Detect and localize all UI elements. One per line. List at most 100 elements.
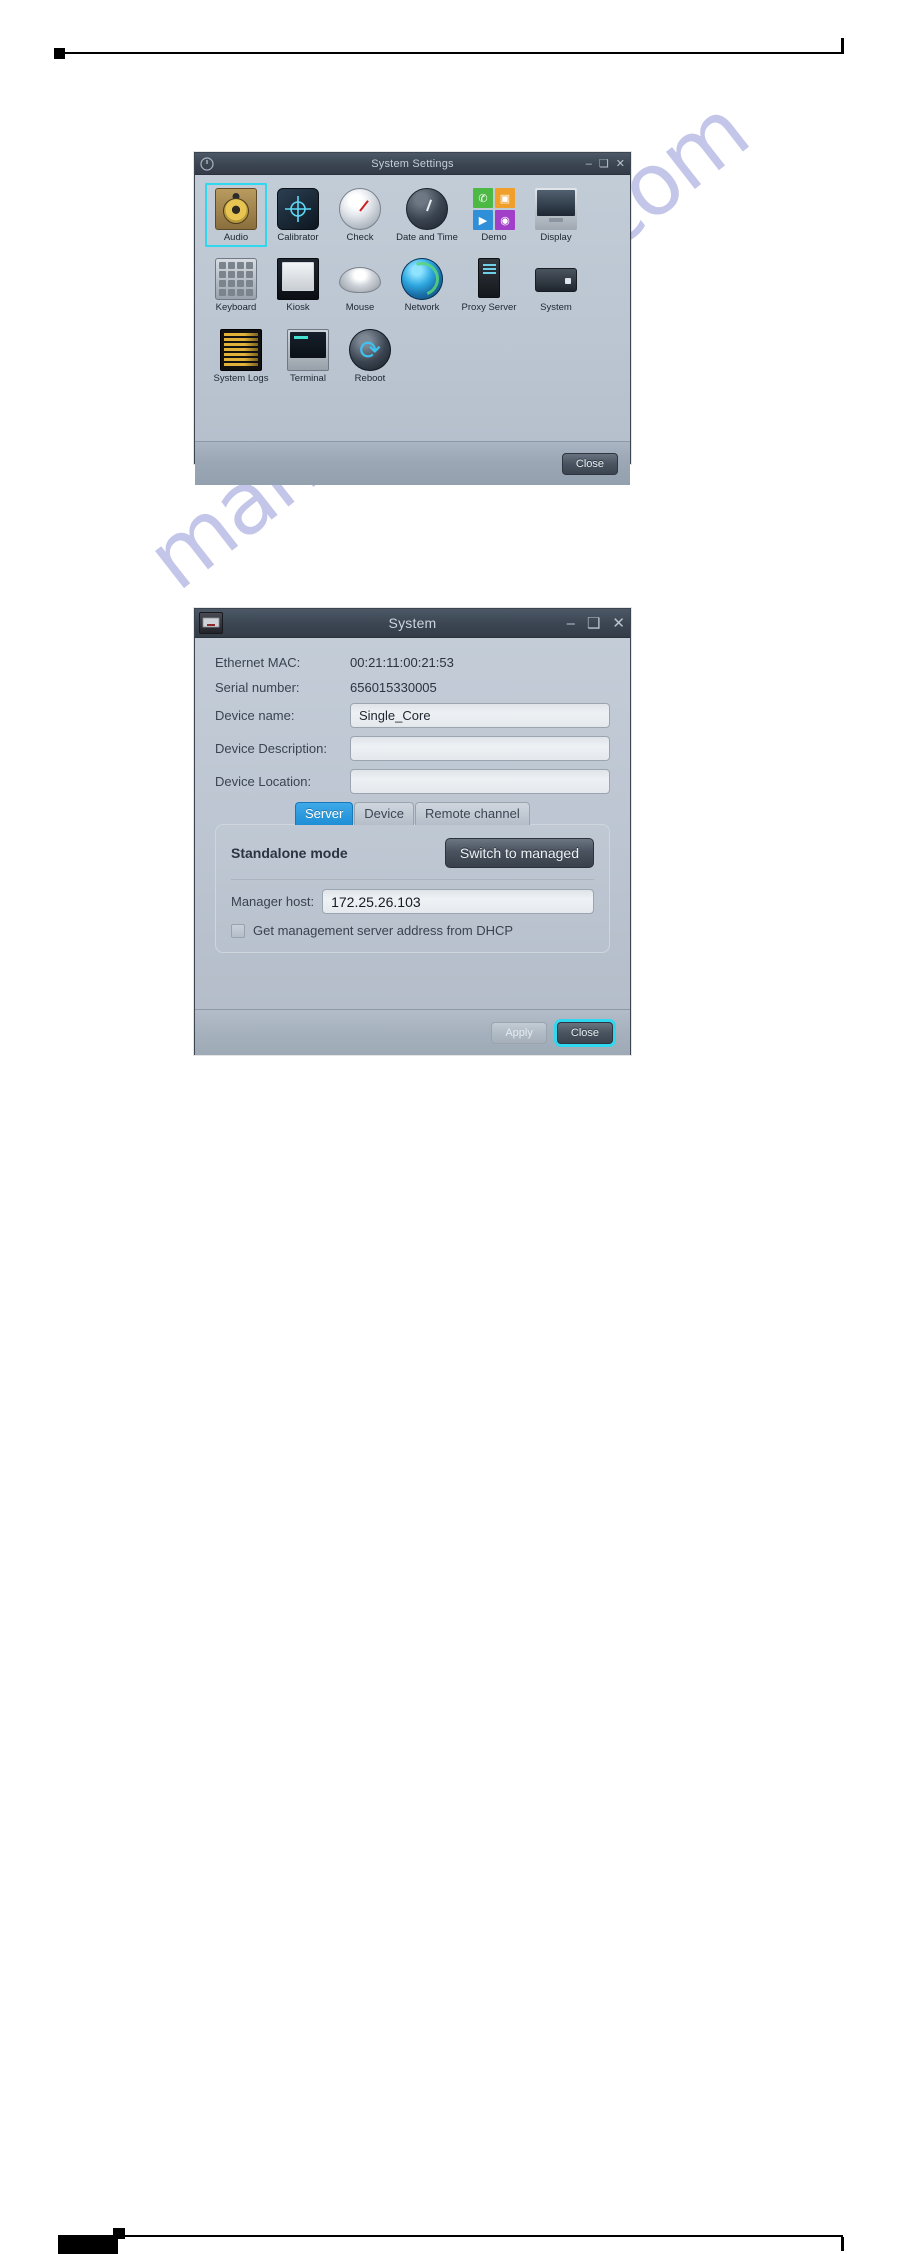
settings-item-label: Proxy Server <box>461 302 517 314</box>
settings-item-calibrator[interactable]: Calibrator <box>267 183 329 247</box>
settings-item-kiosk[interactable]: Kiosk <box>267 253 329 317</box>
settings-item-label: Network <box>404 302 440 314</box>
maximize-icon[interactable]: ❑ <box>587 616 600 631</box>
header-rule-tick <box>841 38 844 54</box>
keyboard-icon <box>215 258 257 301</box>
clock-icon <box>406 188 448 230</box>
standalone-mode-header: Standalone mode Switch to managed <box>231 838 594 868</box>
system-close-button[interactable]: Close <box>556 1021 613 1044</box>
header-rule <box>58 52 843 54</box>
settings-item-demo[interactable]: ✆ ▣ ▶ ◉ Demo <box>463 183 525 247</box>
settings-icon-grid: Audio Calibrator Check Date and Time ✆ ▣… <box>195 183 630 394</box>
device-location-input[interactable] <box>350 768 610 794</box>
settings-item-check[interactable]: Check <box>329 183 391 247</box>
system-body: Ethernet MAC: 00:21:11:00:21:53 Serial n… <box>195 638 630 1009</box>
settings-body: Audio Calibrator Check Date and Time ✆ ▣… <box>195 175 630 441</box>
settings-item-label: System <box>540 302 572 314</box>
manager-host-input[interactable]: 172.25.26.103 <box>322 889 594 914</box>
device-name-label: Device name: <box>215 707 295 723</box>
refresh-circle-icon: ⟳ <box>349 328 391 371</box>
device-box-icon <box>535 258 577 300</box>
settings-footer: Close <box>195 441 630 485</box>
settings-item-display[interactable]: Display <box>525 183 587 247</box>
minimize-icon[interactable]: – <box>586 158 592 170</box>
settings-item-terminal[interactable]: Terminal <box>277 324 339 388</box>
settings-window-controls: – ❑ ✕ <box>586 153 625 175</box>
settings-item-label: System Logs <box>213 372 269 384</box>
ethernet-mac-row: Ethernet MAC: 00:21:11:00:21:53 <box>215 652 610 673</box>
close-icon[interactable]: ✕ <box>612 616 625 631</box>
settings-titlebar[interactable]: System Settings – ❑ ✕ <box>195 153 630 175</box>
close-icon[interactable]: ✕ <box>616 158 625 170</box>
settings-item-label: Display <box>540 232 572 243</box>
minimize-icon[interactable]: – <box>567 616 575 631</box>
settings-close-button[interactable]: Close <box>561 452 618 475</box>
settings-item-label: Reboot <box>354 372 386 384</box>
ethernet-mac-label: Ethernet MAC: <box>215 655 301 670</box>
terminal-icon <box>287 328 329 371</box>
mouse-icon <box>339 258 381 300</box>
settings-item-label: Keyboard <box>215 302 257 314</box>
settings-item-audio[interactable]: Audio <box>205 183 267 248</box>
dhcp-checkbox-label: Get management server address from DHCP <box>253 923 514 938</box>
settings-item-system[interactable]: System <box>525 253 587 317</box>
system-window-controls: – ❑ ✕ <box>567 609 625 638</box>
settings-item-reboot[interactable]: ⟳ Reboot <box>339 324 401 388</box>
settings-item-label: Kiosk <box>286 302 310 314</box>
maximize-icon[interactable]: ❑ <box>599 158 609 170</box>
settings-item-label: Audio <box>223 232 249 243</box>
page-footer <box>0 1110 918 2254</box>
settings-item-system-logs[interactable]: System Logs <box>205 324 277 388</box>
server-panel: Standalone mode Switch to managed Manage… <box>215 824 610 953</box>
crosshair-icon <box>277 188 319 230</box>
dhcp-checkbox[interactable] <box>231 923 245 938</box>
monitor-icon <box>535 188 577 230</box>
kiosk-icon <box>277 258 319 301</box>
settings-item-label: Terminal <box>290 372 326 384</box>
system-tabstrip: Server Device Remote channel <box>215 802 610 825</box>
settings-item-proxy-server[interactable]: Proxy Server <box>453 253 525 317</box>
log-list-icon <box>220 328 262 371</box>
serial-number-label: Serial number: <box>215 680 300 695</box>
device-name-row: Device name: Single_Core <box>215 702 610 728</box>
device-location-row: Device Location: <box>215 768 610 794</box>
settings-item-label: Date and Time <box>396 232 458 243</box>
device-description-label: Device Description: <box>215 740 327 756</box>
settings-item-label: Calibrator <box>277 232 319 243</box>
settings-window-title: System Settings <box>371 157 454 170</box>
tab-remote-channel[interactable]: Remote channel <box>415 802 530 825</box>
tab-device[interactable]: Device <box>354 802 415 825</box>
settings-item-date-and-time[interactable]: Date and Time <box>391 183 463 247</box>
system-window-title: System <box>388 615 437 631</box>
tab-server[interactable]: Server <box>295 802 354 825</box>
settings-item-mouse[interactable]: Mouse <box>329 253 391 317</box>
device-description-input[interactable] <box>350 735 610 761</box>
footer-page-number-redaction <box>58 2237 118 2254</box>
footer-rule <box>58 2235 843 2237</box>
manager-host-row: Manager host: 172.25.26.103 <box>231 889 594 914</box>
footer-rule-tick <box>841 2237 844 2251</box>
ethernet-mac-value: 00:21:11:00:21:53 <box>350 655 454 670</box>
system-settings-window: System Settings – ❑ ✕ Audio Calibrator C… <box>194 152 631 485</box>
globe-icon <box>401 258 443 301</box>
settings-item-keyboard[interactable]: Keyboard <box>205 253 267 317</box>
apply-button[interactable]: Apply <box>491 1021 547 1044</box>
serial-number-row: Serial number: 656015330005 <box>215 677 610 698</box>
speaker-icon <box>215 188 257 230</box>
device-description-row: Device Description: <box>215 735 610 761</box>
device-name-input[interactable]: Single_Core <box>350 702 610 728</box>
server-tower-icon <box>468 258 510 300</box>
panel-divider <box>231 879 594 880</box>
dhcp-checkbox-row[interactable]: Get management server address from DHCP <box>231 923 594 938</box>
gauge-icon <box>339 188 381 230</box>
settings-item-network[interactable]: Network <box>391 253 453 317</box>
settings-item-label: Check <box>346 232 374 243</box>
manager-host-label: Manager host: <box>231 894 315 909</box>
settings-item-label: Mouse <box>345 302 375 314</box>
system-footer: Apply Close <box>195 1009 630 1055</box>
app-tiles-icon: ✆ ▣ ▶ ◉ <box>473 188 515 230</box>
switch-to-managed-button[interactable]: Switch to managed <box>444 838 594 868</box>
system-titlebar[interactable]: System – ❑ ✕ <box>195 609 630 638</box>
system-window: System – ❑ ✕ Ethernet MAC: 00:21:11:00:2… <box>194 608 631 1055</box>
page-header <box>0 0 918 70</box>
